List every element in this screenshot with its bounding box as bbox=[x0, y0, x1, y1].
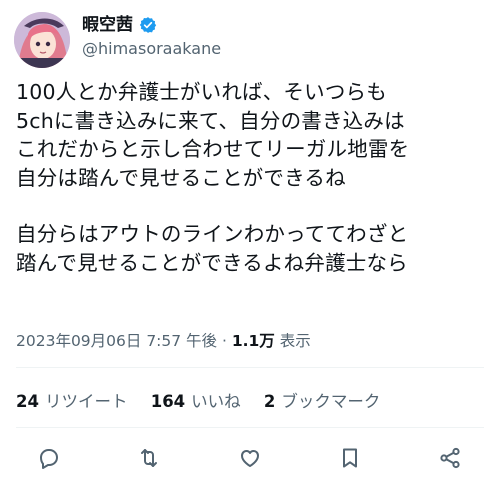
display-name[interactable]: 暇空茜 bbox=[82, 14, 133, 36]
retweets-label: リツイート bbox=[44, 392, 128, 411]
bookmark-button[interactable] bbox=[335, 443, 365, 473]
retweet-icon bbox=[141, 449, 157, 467]
action-bar bbox=[0, 443, 500, 477]
verified-badge-icon bbox=[139, 17, 157, 33]
views-count: 1.1万 bbox=[231, 332, 275, 350]
reply-icon bbox=[40, 449, 58, 469]
views-label: 表示 bbox=[274, 332, 311, 350]
avatar[interactable] bbox=[14, 12, 70, 68]
meta-separator: · bbox=[217, 332, 232, 350]
tweet-paragraph-2: 自分らはアウトのラインわかっててわざと 踏んで見せることができるよね弁護士なら bbox=[16, 222, 409, 275]
tweet-header: 暇空茜 @himasoraakane bbox=[14, 10, 484, 70]
retweet-button[interactable] bbox=[134, 443, 164, 473]
likes-count: 164 bbox=[150, 392, 186, 411]
tweet-stats: 24 リツイート 164 いいね 2 ブックマーク bbox=[16, 388, 398, 412]
bookmark-icon bbox=[343, 448, 357, 468]
retweets-stat[interactable]: 24 リツイート bbox=[16, 392, 127, 411]
like-icon bbox=[241, 450, 259, 467]
likes-label: いいね bbox=[191, 392, 241, 411]
handle[interactable]: @himasoraakane bbox=[82, 38, 221, 60]
display-name-row[interactable]: 暇空茜 bbox=[82, 14, 221, 36]
bookmarks-label: ブックマーク bbox=[281, 392, 381, 411]
likes-stat[interactable]: 164 いいね bbox=[151, 392, 241, 411]
tweet-text: 100人とか弁護士がいれば、そいつらも 5chに書き込みに来て、自分の書き込みは… bbox=[16, 78, 488, 277]
like-button[interactable] bbox=[235, 443, 265, 473]
timestamp[interactable]: 2023年09月06日 7:57 午後 bbox=[16, 332, 217, 350]
divider-top bbox=[16, 367, 484, 368]
bookmarks-stat[interactable]: 2 ブックマーク bbox=[264, 392, 380, 411]
author-block: 暇空茜 @himasoraakane bbox=[82, 14, 221, 60]
reply-button[interactable] bbox=[34, 443, 64, 473]
divider-bottom bbox=[16, 427, 484, 428]
avatar-image bbox=[14, 12, 70, 68]
share-button[interactable] bbox=[435, 443, 465, 473]
tweet-paragraph-1: 100人とか弁護士がいれば、そいつらも 5chに書き込みに来て、自分の書き込みは… bbox=[16, 80, 410, 190]
share-icon bbox=[440, 447, 460, 469]
tweet-meta: 2023年09月06日 7:57 午後 · 1.1万 表示 bbox=[16, 329, 311, 351]
retweets-count: 24 bbox=[16, 392, 39, 411]
bookmarks-count: 2 bbox=[263, 392, 276, 411]
